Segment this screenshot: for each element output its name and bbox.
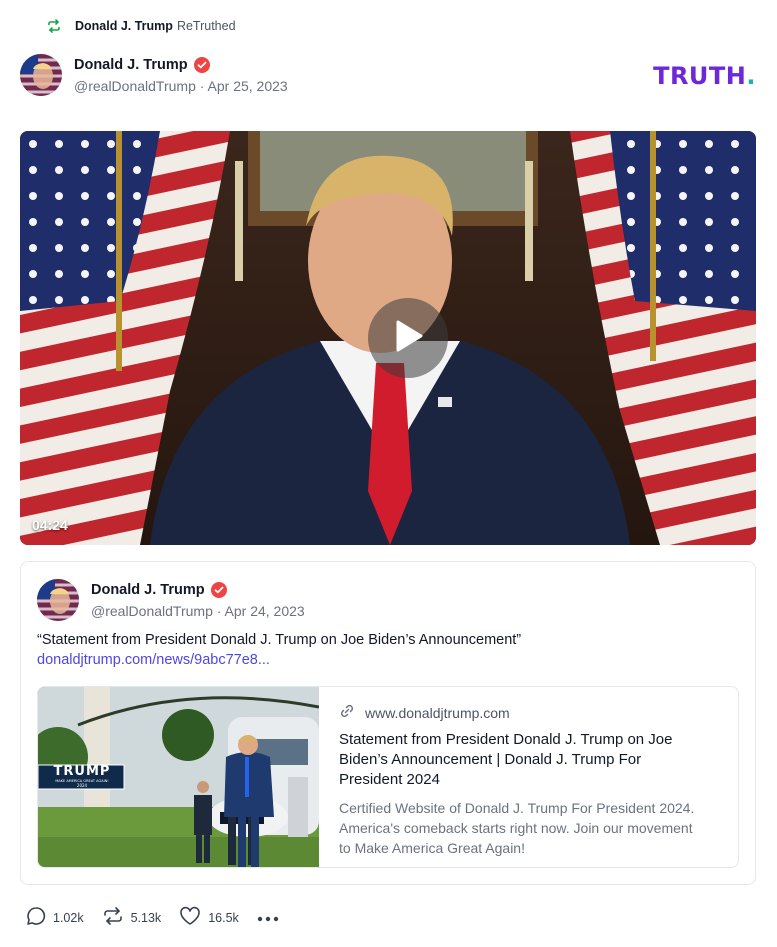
thumb-sign: TRUMP MAKE AMERICA GREAT AGAIN! 2024 [40,765,124,789]
comment-icon [26,906,46,929]
play-icon [392,319,424,358]
link-preview-title[interactable]: Statement from President Donald J. Trump… [339,730,704,790]
quoted-post-link[interactable]: donaldjtrump.com/news/9abc77e8... [37,652,270,668]
brand-text: TRUTH [653,62,747,90]
reply-button[interactable]: 1.02k [26,906,84,929]
verified-badge-icon [210,581,227,598]
thumb-sign-text: TRUMP [53,764,111,779]
brand-dot: . [746,62,756,90]
ellipsis-icon [257,909,279,927]
quoted-handle-date: @realDonaldTrump · Apr 24, 2023 [91,602,305,619]
quoted-avatar[interactable] [37,579,79,621]
post-actions: 1.02k 5.13k 16.5k [26,906,279,929]
link-icon [339,703,355,722]
verified-badge-icon [193,56,210,73]
link-preview-image: TRUMP MAKE AMERICA GREAT AGAIN! 2024 [38,687,320,867]
more-options-button[interactable] [257,909,279,927]
retruth-button[interactable]: 5.13k [102,906,162,929]
author-name[interactable]: Donald J. Trump [74,57,188,73]
like-count: 16.5k [208,910,239,925]
retruth-user-link[interactable]: Donald J. Trump [75,19,173,33]
quoted-author-name[interactable]: Donald J. Trump [91,582,205,598]
play-button[interactable] [368,298,448,378]
link-preview-domain: www.donaldjtrump.com [339,703,704,722]
truth-logo[interactable]: TRUTH. [653,62,756,90]
quoted-author: Donald J. Trump @realDonaldTrump · Apr 2… [37,579,305,621]
video-duration: 04:24 [32,517,68,533]
reply-count: 1.02k [53,910,84,925]
link-preview-card[interactable]: TRUMP MAKE AMERICA GREAT AGAIN! 2024 www… [37,686,739,868]
retruth-label: ReTruthed [176,19,236,33]
quoted-post-text: “Statement from President Donald J. Trum… [37,632,522,648]
link-domain-text: www.donaldjtrump.com [365,704,510,721]
like-button[interactable]: 16.5k [179,906,239,929]
retruth-count: 5.13k [130,910,162,925]
heart-icon [179,906,201,929]
thumb-sign-year: 2024 [76,783,88,788]
avatar[interactable] [20,54,62,96]
retruth-header: Donald J. Trump ReTruthed [46,18,236,34]
post-author: Donald J. Trump @realDonaldTrump · Apr 2… [20,54,288,96]
author-handle-date: @realDonaldTrump · Apr 25, 2023 [74,77,288,94]
quoted-post[interactable]: Donald J. Trump @realDonaldTrump · Apr 2… [20,561,756,885]
retruth-icon [46,18,62,34]
video-player[interactable]: 04:24 [20,131,756,545]
link-preview-description: Certified Website of Donald J. Trump For… [339,800,695,856]
retruth-icon [102,906,124,929]
